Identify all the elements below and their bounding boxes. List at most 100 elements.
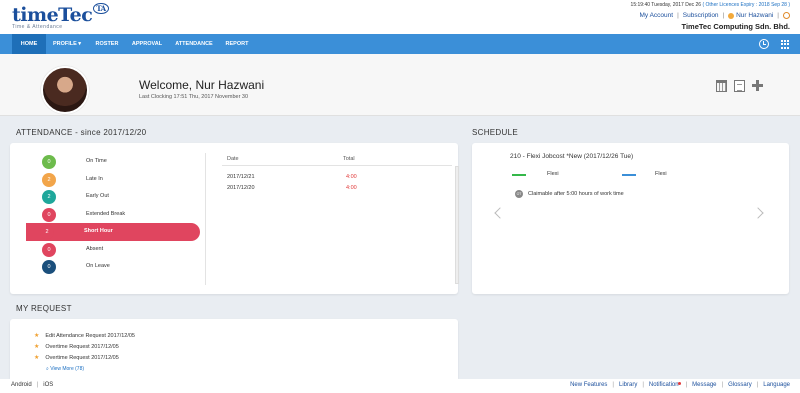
attendance-section-title: ATTENDANCE - since 2017/12/20 <box>16 128 147 137</box>
star-icon: ★ <box>34 333 40 339</box>
calendar-icon[interactable] <box>716 80 727 92</box>
request-item[interactable]: ★ Overtime Request 2017/12/05 <box>34 343 119 350</box>
apps-grid-icon[interactable] <box>781 40 790 49</box>
footer-app-links: Android | iOS <box>11 382 54 388</box>
last-clocking: Last Clocking 17:51 Thu, 2017 November 3… <box>139 94 249 100</box>
star-icon: ★ <box>34 355 40 361</box>
main-nav: HOME PROFILE ▾ ROSTER APPROVAL ATTENDANC… <box>0 34 800 54</box>
logo-badge: TA <box>93 3 109 14</box>
status-label: Absent <box>86 245 104 252</box>
status-count: 0 <box>42 207 56 222</box>
status-label: Late In <box>86 175 103 182</box>
welcome-title: Welcome, Nur Hazwani <box>139 78 265 92</box>
table-cell-total: 4:00 <box>346 174 357 180</box>
view-more-link[interactable]: ⌕ View More (78) <box>46 366 84 372</box>
table-cell-total: 4:00 <box>346 185 357 191</box>
header-datetime: 15:19:40 Tuesday, 2017 Dec 26 ( Other Li… <box>631 2 790 8</box>
ot-badge: OT <box>515 190 523 198</box>
timer-icon[interactable] <box>783 12 790 19</box>
new-features-link[interactable]: New Features <box>570 382 607 388</box>
request-item[interactable]: ★ Overtime Request 2017/12/05 <box>34 354 119 361</box>
table-scrollbar[interactable] <box>455 166 459 284</box>
request-item-label: Edit Attendance Request 2017/12/05 <box>45 333 135 339</box>
status-count: 0 <box>42 260 56 274</box>
status-early-out[interactable]: 2 Early Out <box>28 188 200 206</box>
logo-text: timeTec <box>12 4 93 26</box>
licence-expiry-link[interactable]: ( Other Licences Expiry : 2018 Sep 28 ) <box>702 2 790 8</box>
library-link[interactable]: Library <box>619 382 637 388</box>
welcome-band: Welcome, Nur Hazwani Last Clocking 17:51… <box>0 54 800 116</box>
status-label: Early Out <box>86 193 109 199</box>
schedule-panel: 210 - Flexi Jobcost *New (2017/12/26 Tue… <box>472 143 789 294</box>
request-item-label: Overtime Request 2017/12/05 <box>45 355 119 361</box>
attendance-panel: 0 On Time 2 Late In 2 Early Out 0 Extend… <box>10 143 459 294</box>
attendance-status-list: 0 On Time 2 Late In 2 Early Out 0 Extend… <box>26 153 200 276</box>
status-short-hour[interactable]: 2 Short Hour <box>26 223 200 241</box>
ios-link[interactable]: iOS <box>43 382 53 388</box>
chevron-left-icon[interactable] <box>494 207 506 219</box>
nav-approval[interactable]: APPROVAL <box>128 34 166 54</box>
avatar[interactable] <box>41 66 89 114</box>
schedule-section-title: SCHEDULE <box>472 128 518 137</box>
overtime-note: Claimable after 5:00 hours of work time <box>528 191 624 197</box>
timetec-logo[interactable]: timeTec TA Time & Attendance <box>12 3 109 30</box>
status-label: Short Hour <box>84 228 113 234</box>
notification-dot-icon <box>677 382 681 385</box>
star-icon: ★ <box>34 344 40 350</box>
language-link[interactable]: Language <box>763 382 790 388</box>
message-link[interactable]: Message <box>692 382 716 388</box>
footer: Android | iOS New Features | Library | Notific… <box>0 379 800 393</box>
android-link[interactable]: Android <box>11 382 32 388</box>
table-cell-date: 2017/12/20 <box>227 185 255 191</box>
notification-link[interactable]: Notification <box>649 382 679 388</box>
clock-out-label: Flexi <box>655 171 667 177</box>
nav-roster[interactable]: ROSTER <box>92 34 122 54</box>
top-header: timeTec TA Time & Attendance 15:19:40 Tue… <box>0 0 800 34</box>
status-on-leave[interactable]: 0 On Leave <box>28 258 200 276</box>
status-on-time[interactable]: 0 On Time <box>28 153 200 171</box>
clock-in-arrow-icon <box>512 174 526 176</box>
nav-profile[interactable]: PROFILE ▾ <box>52 34 82 54</box>
subscription-link[interactable]: Subscription <box>683 12 719 19</box>
panel-divider <box>205 153 206 285</box>
current-datetime: 15:19:40 Tuesday, 2017 Dec 26 <box>630 2 702 8</box>
user-name-link[interactable]: Nur Hazwani <box>736 12 773 19</box>
company-name: TimeTec Computing Sdn. Bhd. <box>681 22 790 32</box>
status-label: On Time <box>86 158 107 164</box>
my-account-link[interactable]: My Account <box>639 12 673 19</box>
status-label: On Leave <box>86 263 110 269</box>
clock-in-label: Flexi <box>547 171 559 177</box>
add-icon[interactable] <box>752 80 763 92</box>
document-icon[interactable] <box>734 80 745 92</box>
status-count: 2 <box>42 190 56 204</box>
status-absent[interactable]: 0 Absent <box>28 241 200 259</box>
status-extended-break[interactable]: 0 Extended Break <box>28 206 200 224</box>
nav-attendance[interactable]: ATTENDANCE <box>171 34 217 54</box>
request-item[interactable]: ★ Edit Attendance Request 2017/12/05 <box>34 332 135 339</box>
clock-icon[interactable] <box>759 39 769 49</box>
request-section-title: MY REQUEST <box>16 304 72 313</box>
clock-out-arrow-icon <box>622 174 636 176</box>
status-late-in[interactable]: 2 Late In <box>28 171 200 189</box>
user-links: My Account | Subscription | Nur Hazwani | <box>631 12 790 19</box>
request-panel: ★ Edit Attendance Request 2017/12/05 ★ Ove… <box>10 319 458 379</box>
nav-home[interactable]: HOME <box>12 34 46 54</box>
glossary-link[interactable]: Glossary <box>728 382 752 388</box>
table-cell-date: 2017/12/21 <box>227 174 255 180</box>
status-count: 0 <box>42 155 56 169</box>
user-status-icon <box>728 12 735 19</box>
header-right: 15:19:40 Tuesday, 2017 Dec 26 ( Other Li… <box>631 2 790 31</box>
status-count: 0 <box>42 242 56 257</box>
column-header-total: Total <box>343 156 355 162</box>
status-label: Extended Break <box>86 210 126 217</box>
chevron-right-icon[interactable] <box>752 207 764 219</box>
status-count: 2 <box>42 172 56 187</box>
footer-links: New Features | Library | Notification | Messag… <box>570 382 790 388</box>
view-more-label: View More (78) <box>50 366 85 372</box>
status-count: 2 <box>40 225 54 239</box>
table-header-divider <box>222 165 452 166</box>
column-header-date: Date <box>227 156 239 162</box>
schedule-title: 210 - Flexi Jobcost *New (2017/12/26 Tue… <box>510 153 634 160</box>
nav-report[interactable]: REPORT <box>222 34 252 54</box>
request-item-label: Overtime Request 2017/12/05 <box>45 344 119 350</box>
